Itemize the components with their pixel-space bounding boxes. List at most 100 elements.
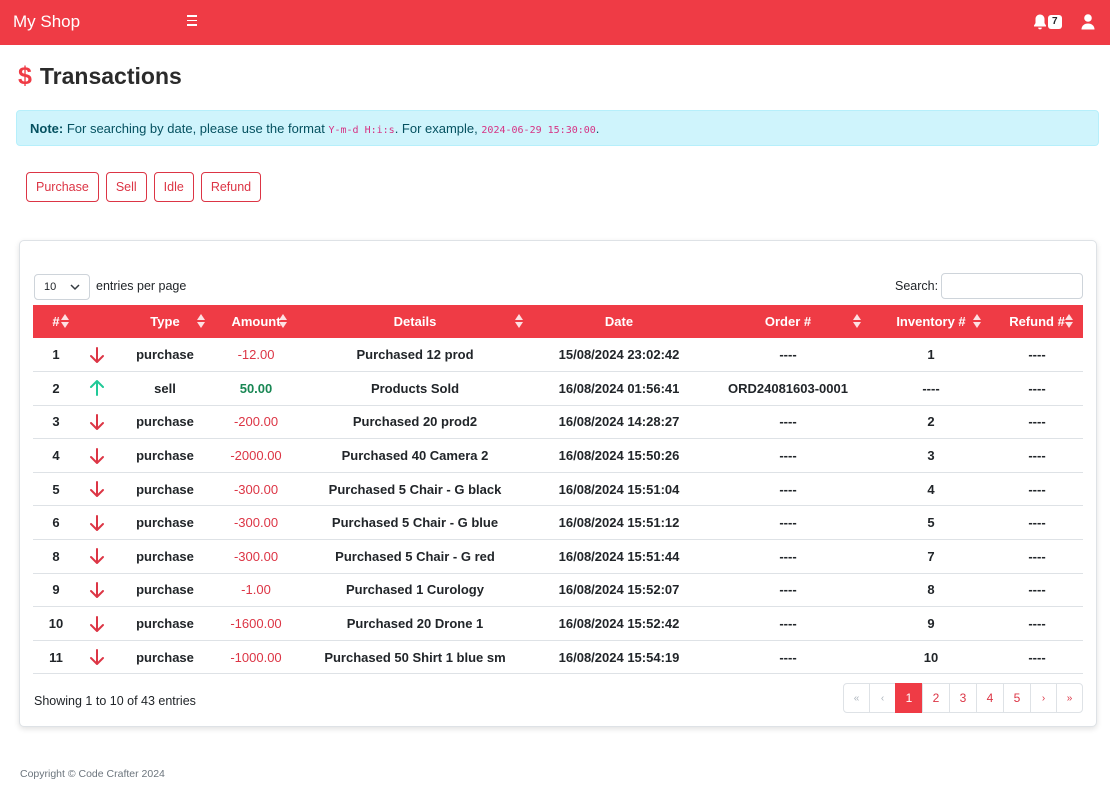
pagination-page-4[interactable]: 4 <box>976 683 1004 713</box>
table-row: 6 purchase -300.00 Purchased 5 Chair - G bl… <box>33 506 1083 540</box>
table-row: 10 purchase -1600.00 Purchased 20 Drone 1 16… <box>33 607 1083 641</box>
details-cell: Purchased 5 Chair - G black <box>328 481 502 497</box>
refund-cell: ---- <box>1028 616 1046 632</box>
filter-purchase-button[interactable]: Purchase <box>26 172 99 202</box>
pagination-page-3[interactable]: 3 <box>949 683 977 713</box>
column-header-inventory[interactable]: Inventory # <box>871 305 991 338</box>
refund-cell: ---- <box>1028 582 1046 598</box>
order-cell: ---- <box>779 481 797 497</box>
hamburger-menu-icon[interactable] <box>184 12 200 30</box>
top-navbar: My Shop 7 <box>0 0 1110 45</box>
bell-icon[interactable] <box>1032 13 1048 31</box>
column-header-amount[interactable]: Amount <box>215 305 297 338</box>
refund-cell: ---- <box>1028 649 1046 665</box>
direction-cell <box>79 540 115 574</box>
sort-icon <box>279 314 287 328</box>
table-row: 4 purchase -2000.00 Purchased 40 Camera 2 16… <box>33 439 1083 473</box>
direction-cell <box>79 405 115 439</box>
inventory-cell: 5 <box>927 515 935 531</box>
user-icon[interactable] <box>1080 13 1096 31</box>
pagination: « ‹ 1 2 3 4 5 › » <box>843 683 1083 713</box>
type-cell: purchase <box>136 582 194 598</box>
date-cell: 16/08/2024 01:56:41 <box>558 380 680 396</box>
table-row: 5 purchase -300.00 Purchased 5 Chair - G bl… <box>33 472 1083 506</box>
date-cell: 16/08/2024 15:52:42 <box>558 616 680 632</box>
column-header-order[interactable]: Order # <box>705 305 871 338</box>
type-cell: purchase <box>136 548 194 564</box>
column-header-date: Date <box>533 305 705 338</box>
table-body: 1 purchase -12.00 Purchased 12 prod 15/08/20… <box>33 338 1083 674</box>
search-input[interactable] <box>941 273 1083 299</box>
column-header-details[interactable]: Details <box>297 305 533 338</box>
direction-cell <box>79 573 115 607</box>
pagination-first[interactable]: « <box>843 683 870 713</box>
date-format-note: Note: For searching by date, please use … <box>16 110 1099 146</box>
details-cell: Purchased 40 Camera 2 <box>341 448 489 464</box>
column-header-type[interactable]: Type <box>115 305 215 338</box>
filter-idle-button[interactable]: Idle <box>153 172 194 202</box>
entries-per-page-select[interactable]: 10 <box>34 274 90 300</box>
details-cell: Purchased 5 Chair - G red <box>335 548 495 564</box>
amount-cell: -300.00 <box>233 481 279 497</box>
note-example: 2024-06-29 15:30:00 <box>481 125 596 136</box>
arrow-down-icon <box>90 514 104 531</box>
order-cell: ---- <box>779 616 797 632</box>
id-cell: 5 <box>52 481 60 497</box>
refund-cell: ---- <box>1028 481 1046 497</box>
order-cell: ---- <box>779 515 797 531</box>
id-cell: 10 <box>48 616 64 632</box>
id-cell: 2 <box>52 380 60 396</box>
filter-sell-button[interactable]: Sell <box>105 172 147 202</box>
direction-cell <box>79 338 115 372</box>
inventory-cell: 3 <box>927 448 935 464</box>
pagination-page-1[interactable]: 1 <box>895 683 923 713</box>
id-cell: 6 <box>52 515 60 531</box>
column-header-label: Date <box>604 314 634 329</box>
entries-per-page-label: entries per page <box>96 279 187 293</box>
table-row: 2 sell 50.00 Products Sold 16/08/2024 01:56:… <box>33 372 1083 406</box>
sort-icon <box>1065 314 1073 328</box>
direction-cell <box>79 506 115 540</box>
order-cell: ---- <box>779 649 797 665</box>
type-cell: purchase <box>136 481 194 497</box>
page-title: $ Transactions <box>18 62 182 91</box>
note-text-1: For searching by date, please use the fo… <box>66 121 325 136</box>
note-text-2: . For example, <box>394 121 478 136</box>
column-header-label: Details <box>393 314 437 329</box>
id-cell: 1 <box>52 347 60 363</box>
pagination-page-5[interactable]: 5 <box>1003 683 1031 713</box>
order-cell: ---- <box>779 582 797 598</box>
id-cell: 9 <box>52 582 60 598</box>
date-cell: 16/08/2024 15:51:44 <box>558 548 680 564</box>
arrow-up-icon <box>90 380 104 397</box>
id-cell: 8 <box>52 548 60 564</box>
sort-icon <box>853 314 861 328</box>
details-cell: Purchased 1 Curology <box>346 582 484 598</box>
page-title-text: Transactions <box>39 63 182 89</box>
brand-logo[interactable]: My Shop <box>13 12 80 32</box>
details-cell: Products Sold <box>370 380 460 396</box>
amount-cell: -12.00 <box>237 347 275 363</box>
type-cell: purchase <box>136 448 194 464</box>
type-cell: purchase <box>136 414 194 430</box>
details-cell: Purchased 20 prod2 <box>352 414 478 430</box>
pagination-prev[interactable]: ‹ <box>869 683 896 713</box>
arrow-down-icon <box>90 615 104 632</box>
pagination-page-2[interactable]: 2 <box>922 683 950 713</box>
pagination-next[interactable]: › <box>1030 683 1057 713</box>
refund-cell: ---- <box>1028 515 1046 531</box>
date-cell: 15/08/2024 23:02:42 <box>558 347 680 363</box>
refund-cell: ---- <box>1028 548 1046 564</box>
details-cell: Purchased 12 prod <box>356 347 474 363</box>
amount-cell: -2000.00 <box>230 448 282 464</box>
sort-icon <box>61 314 69 328</box>
arrow-down-icon <box>90 548 104 565</box>
filter-refund-button[interactable]: Refund <box>200 172 262 202</box>
column-header-refund[interactable]: Refund # <box>991 305 1083 338</box>
column-header-id[interactable]: # <box>33 305 79 338</box>
pagination-last[interactable]: » <box>1056 683 1083 713</box>
arrow-down-icon <box>90 581 104 598</box>
table-row: 3 purchase -200.00 Purchased 20 prod2 16/08/… <box>33 405 1083 439</box>
amount-cell: -300.00 <box>233 515 279 531</box>
table-row: 9 purchase -1.00 Purchased 1 Curology 16/08/… <box>33 573 1083 607</box>
